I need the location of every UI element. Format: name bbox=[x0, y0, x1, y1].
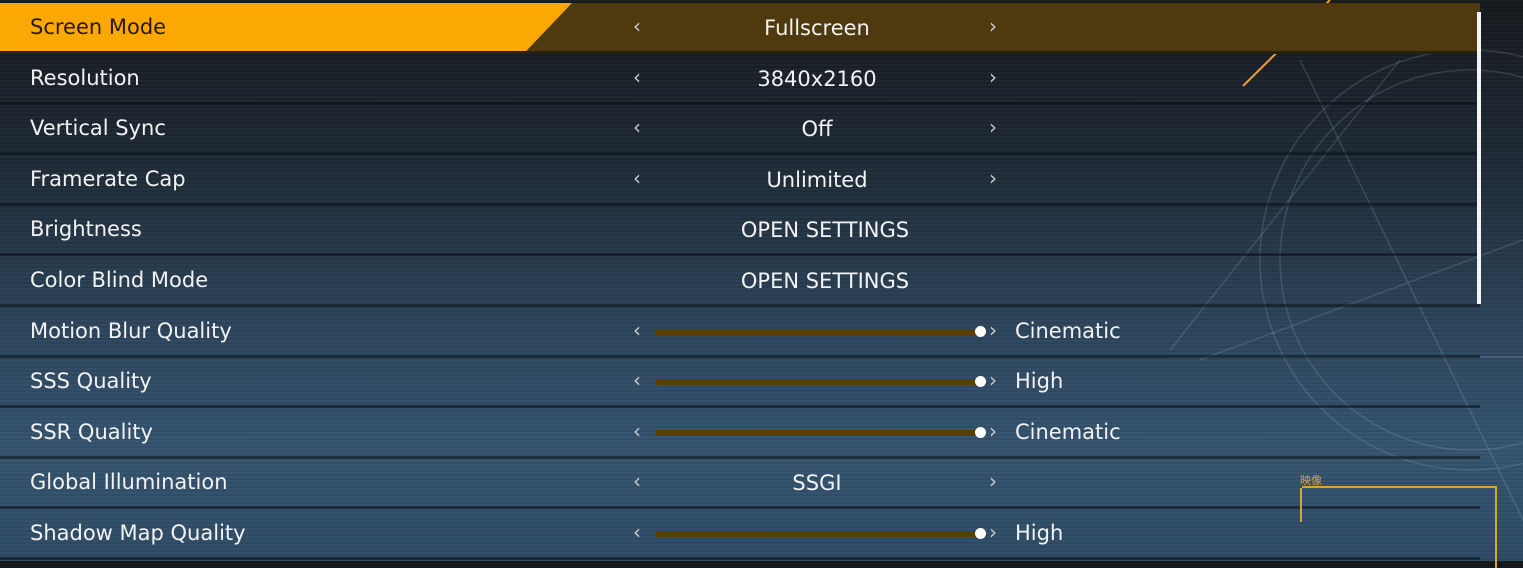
setting-row-global-illumination[interactable]: Global Illumination ‹ › SSGI bbox=[0, 458, 1480, 510]
open-settings-button[interactable]: OPEN SETTINGS bbox=[660, 218, 990, 242]
arrow-left-icon[interactable]: ‹ bbox=[633, 166, 641, 190]
setting-value: Off bbox=[801, 117, 833, 142]
slider-track[interactable] bbox=[655, 379, 980, 386]
arrow-left-icon[interactable]: ‹ bbox=[633, 65, 641, 89]
slider-handle[interactable] bbox=[975, 528, 986, 539]
arrow-right-icon[interactable]: › bbox=[989, 469, 997, 493]
slider-handle[interactable] bbox=[975, 426, 986, 438]
setting-row-brightness[interactable]: Brightness OPEN SETTINGS bbox=[0, 205, 1480, 257]
arrow-right-icon[interactable]: › bbox=[989, 318, 997, 342]
setting-row-color-blind-mode[interactable]: Color Blind Mode OPEN SETTINGS bbox=[0, 256, 1480, 307]
arrow-left-icon[interactable]: ‹ bbox=[633, 14, 641, 38]
setting-label: Screen Mode bbox=[30, 15, 167, 39]
setting-value: SSGI bbox=[792, 471, 842, 496]
setting-row-motion-blur-quality[interactable]: Motion Blur Quality ‹ › Cinematic bbox=[0, 307, 1480, 358]
setting-label: Resolution bbox=[30, 65, 140, 90]
setting-row-vertical-sync[interactable]: Vertical Sync ‹ › Off bbox=[0, 104, 1480, 156]
setting-label: Global Illumination bbox=[30, 470, 228, 495]
arrow-right-icon[interactable]: › bbox=[989, 368, 997, 392]
arrow-right-icon[interactable]: › bbox=[989, 166, 997, 190]
setting-row-sss-quality[interactable]: SSS Quality ‹ › High bbox=[0, 357, 1480, 409]
setting-label: Color Blind Mode bbox=[30, 268, 209, 292]
setting-label: Motion Blur Quality bbox=[30, 318, 232, 343]
arrow-left-icon[interactable]: ‹ bbox=[633, 318, 641, 342]
arrow-right-icon[interactable]: › bbox=[989, 520, 997, 544]
setting-label: Shadow Map Quality bbox=[30, 521, 246, 545]
setting-label: Framerate Cap bbox=[30, 166, 186, 191]
scrollbar[interactable] bbox=[1477, 12, 1481, 304]
arrow-left-icon[interactable]: ‹ bbox=[633, 419, 641, 443]
setting-row-shadow-map-quality[interactable]: Shadow Map Quality ‹ › High bbox=[0, 509, 1480, 560]
setting-value: Unlimited bbox=[766, 167, 868, 192]
setting-value: High bbox=[1015, 521, 1064, 545]
slider-handle[interactable] bbox=[975, 325, 986, 337]
setting-value: 3840x2160 bbox=[757, 66, 877, 91]
slider-track[interactable] bbox=[655, 531, 980, 537]
minimap-frame bbox=[1300, 486, 1497, 568]
arrow-right-icon[interactable]: › bbox=[989, 419, 997, 443]
setting-label: Vertical Sync bbox=[30, 116, 166, 141]
arrow-right-icon[interactable]: › bbox=[989, 14, 997, 38]
slider-track[interactable] bbox=[655, 429, 980, 436]
setting-row-resolution[interactable]: Resolution ‹ › 3840x2160 bbox=[0, 54, 1480, 105]
setting-label: SSR Quality bbox=[30, 419, 153, 444]
slider-handle[interactable] bbox=[975, 376, 986, 388]
arrow-left-icon[interactable]: ‹ bbox=[633, 115, 641, 139]
slider-track[interactable] bbox=[655, 328, 980, 335]
setting-row-framerate-cap[interactable]: Framerate Cap ‹ › Unlimited bbox=[0, 155, 1480, 206]
arrow-right-icon[interactable]: › bbox=[989, 115, 997, 139]
setting-label: Brightness bbox=[30, 217, 142, 242]
setting-value: High bbox=[1015, 369, 1064, 394]
setting-value: Cinematic bbox=[1015, 419, 1121, 444]
setting-value: Fullscreen bbox=[764, 16, 870, 40]
setting-value: Cinematic bbox=[1015, 318, 1121, 343]
arrow-left-icon[interactable]: ‹ bbox=[633, 469, 641, 493]
setting-label: SSS Quality bbox=[30, 369, 152, 394]
setting-row-screen-mode[interactable]: Screen Mode ‹ › Fullscreen bbox=[0, 3, 1480, 54]
arrow-left-icon[interactable]: ‹ bbox=[633, 520, 641, 544]
arrow-left-icon[interactable]: ‹ bbox=[633, 368, 641, 392]
arrow-right-icon[interactable]: › bbox=[989, 65, 997, 89]
open-settings-button[interactable]: OPEN SETTINGS bbox=[660, 269, 990, 293]
setting-row-ssr-quality[interactable]: SSR Quality ‹ › Cinematic bbox=[0, 408, 1480, 459]
